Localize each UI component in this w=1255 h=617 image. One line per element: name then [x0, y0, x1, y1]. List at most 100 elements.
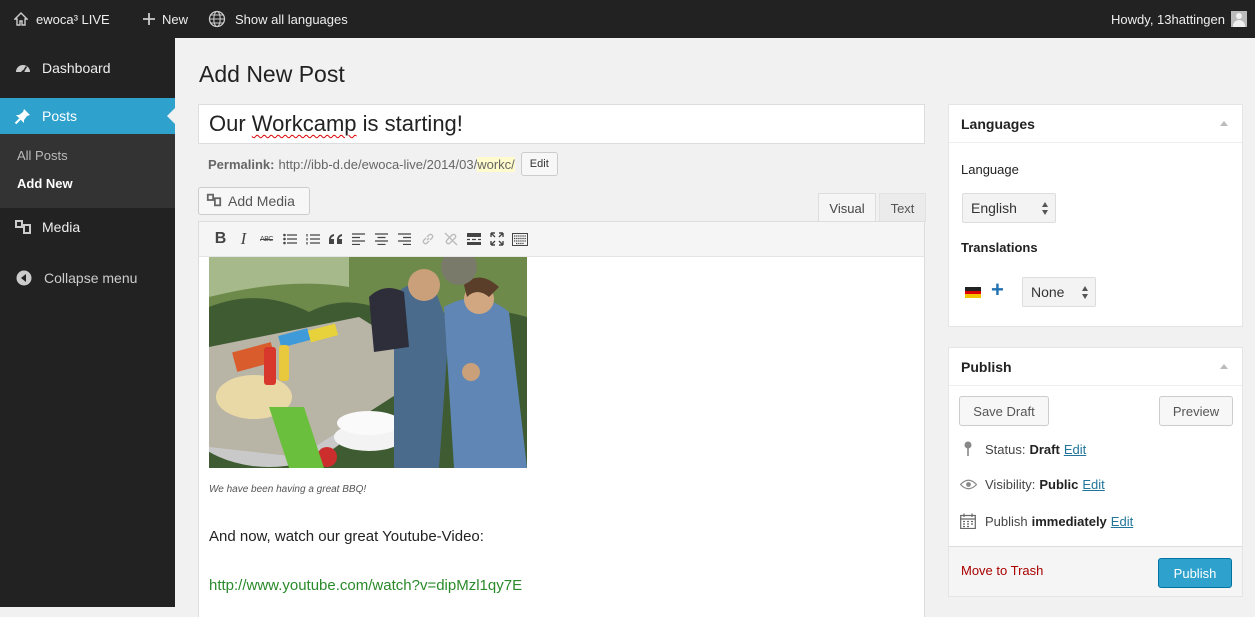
bullet-list-icon — [282, 233, 297, 245]
youtube-link[interactable]: http://www.youtube.com/watch?v=dipMzl1qy… — [209, 577, 522, 594]
insert-more-button[interactable] — [463, 229, 484, 249]
visibility-value: Public — [1039, 477, 1079, 492]
numbered-list-icon — [305, 234, 320, 245]
align-right-button[interactable] — [394, 229, 415, 249]
keyboard-icon — [511, 232, 528, 246]
sidebar-item-label: Collapse menu — [44, 270, 138, 286]
user-account-menu[interactable]: Howdy, 13hattingen — [1111, 0, 1247, 38]
tab-visual[interactable]: Visual — [818, 193, 876, 222]
plus-icon — [143, 13, 155, 25]
tab-text[interactable]: Text — [879, 193, 926, 222]
add-media-button[interactable]: Add Media — [198, 187, 310, 215]
admin-bar: ewoca³ LIVE New Show all languages Howdy… — [0, 0, 1255, 38]
site-home-link[interactable]: ewoca³ LIVE — [14, 0, 110, 38]
visibility-row: Visibility: Public Edit — [959, 477, 1105, 492]
site-name: ewoca³ LIVE — [36, 11, 110, 27]
fullscreen-icon — [489, 232, 504, 246]
bold-button[interactable]: B — [210, 229, 231, 249]
show-all-languages-label: Show all languages — [235, 11, 348, 27]
publish-metabox-header[interactable]: Publish — [949, 348, 1242, 386]
add-media-label: Add Media — [228, 193, 295, 209]
preview-button[interactable]: Preview — [1159, 396, 1233, 426]
unlink-button[interactable] — [440, 229, 461, 249]
save-draft-button[interactable]: Save Draft — [959, 396, 1049, 426]
dashboard-icon — [13, 58, 33, 78]
bullet-list-button[interactable] — [279, 229, 300, 249]
edit-status-link[interactable]: Edit — [1064, 442, 1086, 457]
status-value: Draft — [1029, 441, 1060, 457]
submenu-add-new[interactable]: Add New — [17, 176, 73, 191]
align-right-icon — [398, 233, 411, 245]
publish-actions: Move to Trash Publish — [949, 546, 1242, 596]
calendar-icon — [959, 513, 977, 529]
publish-schedule-row: Publish immediately Edit — [959, 513, 1133, 529]
align-left-button[interactable] — [348, 229, 369, 249]
collapse-arrow-icon[interactable] — [1220, 364, 1228, 369]
languages-title: Languages — [961, 115, 1035, 132]
page-title: Add New Post — [199, 61, 345, 87]
permalink-row: Permalink: http://ibb-d.de/ewoca-live/20… — [208, 152, 558, 176]
align-center-button[interactable] — [371, 229, 392, 249]
strikethrough-label: ABC — [260, 235, 273, 243]
edit-schedule-link[interactable]: Edit — [1111, 514, 1133, 529]
language-select[interactable]: English — [962, 193, 1056, 223]
new-label: New — [162, 11, 189, 27]
translation-select-value: None — [1031, 284, 1065, 300]
permalink-slug[interactable]: workc/ — [477, 156, 515, 172]
strikethrough-button[interactable]: ABC — [256, 229, 277, 249]
new-content-link[interactable]: New — [143, 0, 188, 38]
languages-metabox-header[interactable]: Languages — [949, 105, 1242, 143]
align-center-icon — [375, 233, 388, 245]
status-label: Status: — [985, 441, 1026, 457]
show-all-languages-link[interactable]: Show all languages — [208, 0, 348, 38]
bbq-photo[interactable] — [209, 257, 527, 468]
link-icon — [422, 233, 433, 245]
languages-metabox: Languages Language English Translations … — [948, 104, 1243, 327]
media-icon — [206, 192, 222, 211]
translations-label: Translations — [961, 240, 1038, 255]
post-title-input[interactable]: Our Workcamp is starting! — [198, 104, 925, 144]
globe-icon — [208, 10, 226, 28]
collapse-arrow-icon[interactable] — [1220, 121, 1228, 126]
sidebar-item-media[interactable]: Media — [0, 208, 175, 246]
italic-button[interactable]: I — [233, 229, 254, 249]
howdy-text: Howdy, 13hattingen — [1111, 11, 1225, 27]
publish-schedule-label: Publish — [985, 513, 1028, 529]
editor-toolbar: B I ABC — [198, 221, 925, 257]
media-icon — [13, 217, 33, 237]
translation-select[interactable]: None — [1022, 277, 1096, 307]
toolbar-toggle-button[interactable] — [509, 229, 530, 249]
language-label: Language — [961, 162, 1019, 177]
language-select-value: English — [971, 200, 1017, 216]
visibility-label: Visibility: — [985, 477, 1036, 492]
publish-title: Publish — [961, 358, 1012, 375]
title-text-part: Our — [209, 111, 252, 136]
select-arrows-icon — [1082, 286, 1089, 299]
blockquote-icon — [328, 234, 342, 244]
publish-schedule-value: immediately — [1031, 513, 1107, 529]
sidebar-item-dashboard[interactable]: Dashboard — [0, 50, 175, 86]
editor-content-area[interactable]: We have been having a great BBQ! And now… — [198, 257, 925, 617]
blockquote-button[interactable] — [325, 229, 346, 249]
sidebar-item-label: Media — [42, 219, 81, 235]
insert-link-button[interactable] — [417, 229, 438, 249]
permalink-base: http://ibb-d.de/ewoca-live/2014/03/ — [278, 156, 478, 172]
pin-icon — [959, 441, 977, 457]
publish-button[interactable]: Publish — [1158, 558, 1232, 588]
avatar — [1231, 11, 1247, 27]
permalink-edit-button[interactable]: Edit — [520, 152, 558, 176]
add-translation-icon[interactable]: + — [991, 279, 1004, 301]
fullscreen-button[interactable] — [486, 229, 507, 249]
pin-icon — [13, 106, 33, 126]
move-to-trash-link[interactable]: Move to Trash — [961, 563, 1043, 578]
publish-metabox: Publish Save Draft Preview Status: Draft… — [948, 347, 1243, 597]
numbered-list-button[interactable] — [302, 229, 323, 249]
sidebar-item-label: Dashboard — [42, 60, 111, 76]
title-text-part: is starting! — [356, 111, 463, 136]
read-more-icon — [466, 233, 481, 245]
edit-visibility-link[interactable]: Edit — [1082, 477, 1104, 492]
sidebar-item-posts[interactable]: Posts — [0, 98, 175, 134]
submenu-all-posts[interactable]: All Posts — [17, 148, 68, 163]
collapse-menu-button[interactable]: Collapse menu — [0, 262, 175, 294]
title-misspelled-word: Workcamp — [251, 111, 357, 136]
